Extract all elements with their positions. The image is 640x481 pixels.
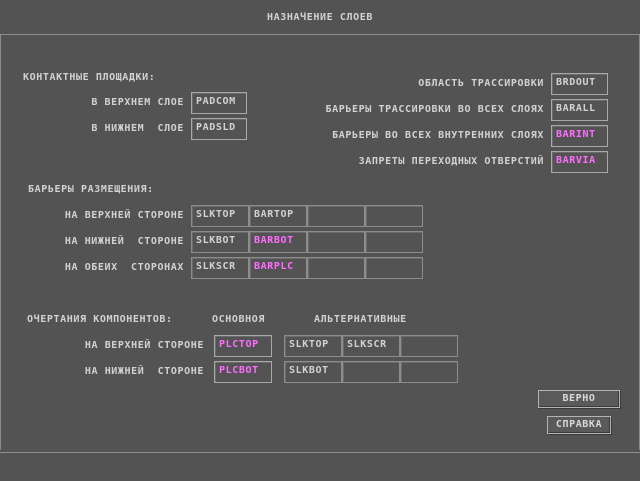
pads-bottom-label: В НИЖНЕМ СЛОЕ <box>91 123 184 134</box>
layer-assignment-screen: НАЗНАЧЕНИЕ СЛОЕВ КОНТАКТНЫЕ ПЛОЩАДКИ: В … <box>0 0 640 480</box>
placement-top-cell-1[interactable]: SLKTOP <box>191 205 249 227</box>
outlines-top-alt-1[interactable]: SLKTOP <box>284 335 342 357</box>
outlines-header: ОЧЕРТАНИЯ КОМПОНЕНТОВ: <box>27 314 173 325</box>
placement-top-cell-3[interactable] <box>307 205 365 227</box>
placement-top-cell-2[interactable]: BARTOP <box>249 205 307 227</box>
outlines-top-label: НА ВЕРХНЕЙ СТОРОНЕ <box>84 340 204 351</box>
help-button[interactable]: СПРАВКА <box>547 416 611 434</box>
outlines-bottom-alt-3[interactable] <box>400 361 458 383</box>
outlines-bottom-label: НА НИЖНЕЙ СТОРОНЕ <box>84 366 204 377</box>
ok-button[interactable]: ВЕРНО <box>538 390 620 408</box>
outlines-top-alt-2[interactable]: SLKSCR <box>342 335 400 357</box>
placement-top-label: НА ВЕРХНЕЙ СТОРОНЕ <box>64 210 184 221</box>
outlines-primary-header: ОСНОВНОЯ <box>212 314 265 325</box>
title-bar: НАЗНАЧЕНИЕ СЛОЕВ <box>0 0 640 35</box>
outlines-alt-header: АЛЬТЕРНАТИВНЫЕ <box>314 314 407 325</box>
outlines-top-alt-3[interactable] <box>400 335 458 357</box>
placement-bottom-cell-1[interactable]: SLKBOT <box>191 231 249 253</box>
placement-bottom-cell-3[interactable] <box>307 231 365 253</box>
pads-top-label: В ВЕРХНЕМ СЛОЕ <box>91 97 184 108</box>
outlines-bottom-primary-field[interactable]: PLCBOT <box>214 361 272 383</box>
placement-bottom-cell-2[interactable]: BARBOT <box>249 231 307 253</box>
outlines-bottom-alt-2[interactable] <box>342 361 400 383</box>
pads-top-field[interactable]: PADCOM <box>191 92 247 114</box>
placement-top-cell-4[interactable] <box>365 205 423 227</box>
placement-both-cell-2[interactable]: BARPLC <box>249 257 307 279</box>
routing-all-layers-field[interactable]: BARALL <box>551 99 608 121</box>
pads-bottom-field[interactable]: PADSLD <box>191 118 247 140</box>
routing-inner-field[interactable]: BARINT <box>551 125 608 147</box>
placement-both-cell-4[interactable] <box>365 257 423 279</box>
placement-both-cell-1[interactable]: SLKSCR <box>191 257 249 279</box>
placement-bottom-label: НА НИЖНЕЙ СТОРОНЕ <box>64 236 184 247</box>
routing-inner-label: БАРЬЕРЫ ВО ВСЕХ ВНУТРЕННИХ СЛОЯХ <box>332 130 544 141</box>
routing-all-layers-label: БАРЬЕРЫ ТРАССИРОВКИ ВО ВСЕХ СЛОЯХ <box>325 104 544 115</box>
pads-header: КОНТАКТНЫЕ ПЛОЩАДКИ: <box>23 72 156 83</box>
outlines-top-primary-field[interactable]: PLCTOP <box>214 335 272 357</box>
routing-area-field[interactable]: BRDOUT <box>551 73 608 95</box>
frame-left-border <box>0 35 1 450</box>
via-restriction-field[interactable]: BARVIA <box>551 151 608 173</box>
outlines-bottom-alt-1[interactable]: SLKBOT <box>284 361 342 383</box>
window-title: НАЗНАЧЕНИЕ СЛОЕВ <box>267 11 373 23</box>
placement-bottom-cell-4[interactable] <box>365 231 423 253</box>
placement-both-label: НА ОБЕИХ СТОРОНАХ <box>64 262 184 273</box>
placement-header: БАРЬЕРЫ РАЗМЕЩЕНИЯ: <box>28 184 154 195</box>
status-bar <box>0 452 640 481</box>
placement-both-cell-3[interactable] <box>307 257 365 279</box>
routing-area-label: ОБЛАСТЬ ТРАССИРОВКИ <box>418 78 544 89</box>
via-restriction-label: ЗАПРЕТЫ ПЕРЕХОДНЫХ ОТВЕРСТИЙ <box>358 156 544 167</box>
